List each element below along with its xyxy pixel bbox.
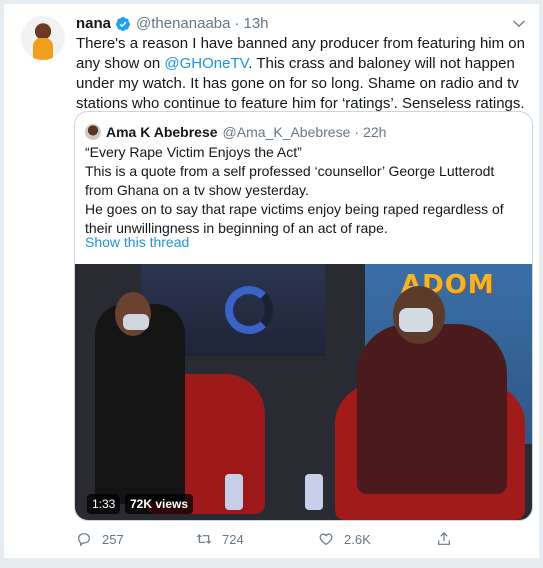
quoted-text-line: This is a quote from a self professed ‘c… bbox=[85, 163, 495, 198]
quoted-avatar[interactable] bbox=[85, 124, 101, 140]
video-person bbox=[357, 324, 507, 494]
like-count: 2.6K bbox=[344, 531, 371, 547]
author-name[interactable]: nana bbox=[76, 14, 111, 34]
verified-badge-icon bbox=[116, 17, 131, 31]
tweet-header: nana @thenanaaba · 13h bbox=[76, 14, 269, 34]
video-bottle bbox=[225, 474, 243, 510]
retweet-icon bbox=[196, 534, 212, 544]
tweet-card[interactable]: nana @thenanaaba · 13h There's a reason … bbox=[3, 3, 540, 559]
separator: · bbox=[354, 124, 360, 140]
quoted-author-handle[interactable]: @Ama_K_Abebrese bbox=[223, 123, 351, 141]
avatar[interactable] bbox=[21, 16, 65, 60]
retweet-button[interactable]: 724 bbox=[196, 531, 318, 547]
quoted-tweet[interactable]: Ama K Abebrese @Ama_K_Abebrese · 22h “Ev… bbox=[74, 111, 533, 521]
video-duration-badge: 1:33 bbox=[87, 494, 121, 514]
timestamp[interactable]: 13h bbox=[244, 14, 269, 34]
avatar-figure bbox=[33, 38, 53, 60]
tweet-text: There's a reason I have banned any produ… bbox=[76, 34, 526, 114]
video-screen-chart bbox=[225, 286, 273, 334]
video-views-badge: 72K views bbox=[125, 494, 194, 514]
retweet-count: 724 bbox=[222, 531, 244, 547]
tweet-actions: 257 724 2.6K bbox=[76, 529, 516, 549]
quoted-text-line: “Every Rape Victim Enjoys the Act” bbox=[85, 144, 302, 160]
quoted-tweet-text: “Every Rape Victim Enjoys the Act” This … bbox=[85, 143, 525, 238]
like-button[interactable]: 2.6K bbox=[318, 531, 436, 547]
video-bottle bbox=[305, 474, 323, 510]
reply-count: 257 bbox=[102, 531, 124, 547]
reply-button[interactable]: 257 bbox=[76, 531, 196, 547]
video-player[interactable]: ADOM 1:33 72K views bbox=[75, 264, 532, 520]
mention-link[interactable]: @GHOneTV bbox=[164, 55, 248, 72]
show-thread-link[interactable]: Show this thread bbox=[85, 233, 189, 252]
separator: · bbox=[234, 15, 240, 32]
quoted-timestamp[interactable]: 22h bbox=[363, 123, 386, 141]
author-handle[interactable]: @thenanaaba bbox=[136, 14, 230, 34]
video-face-mask bbox=[123, 314, 149, 330]
share-icon bbox=[438, 532, 450, 545]
quoted-author-name[interactable]: Ama K Abebrese bbox=[106, 123, 218, 141]
chevron-down-icon[interactable] bbox=[511, 16, 527, 32]
like-icon bbox=[319, 533, 333, 546]
reply-icon bbox=[78, 533, 90, 547]
video-face-mask bbox=[399, 308, 433, 332]
share-button[interactable] bbox=[436, 531, 476, 547]
quoted-tweet-header: Ama K Abebrese @Ama_K_Abebrese · 22h bbox=[85, 123, 386, 141]
